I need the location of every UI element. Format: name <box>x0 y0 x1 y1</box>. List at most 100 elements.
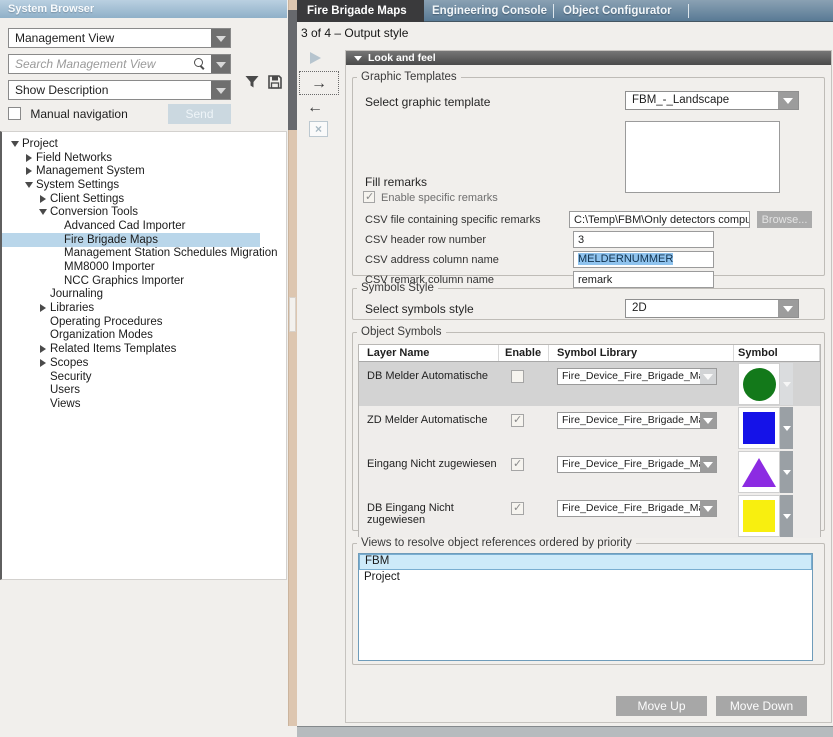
tree-item-label: MM8000 Importer <box>64 261 155 273</box>
chevron-down-icon[interactable] <box>780 407 793 449</box>
search-combo[interactable] <box>8 54 231 74</box>
chevron-down-icon[interactable] <box>700 501 716 516</box>
enable-specific-remarks-checkbox[interactable] <box>363 191 375 203</box>
chevron-down-icon[interactable] <box>780 495 793 537</box>
collapse-icon[interactable] <box>24 180 36 190</box>
collapse-icon[interactable] <box>10 139 22 149</box>
play-icon[interactable] <box>310 52 321 64</box>
tab-object-configurator[interactable]: Object Configurator <box>563 0 672 22</box>
show-description-combo[interactable]: Show Description <box>8 80 231 100</box>
symbols-style-combo[interactable]: 2D <box>625 299 799 318</box>
save-icon[interactable] <box>267 74 283 90</box>
management-view-combo[interactable]: Management View <box>8 28 231 48</box>
close-icon[interactable]: × <box>309 121 328 137</box>
expand-icon[interactable] <box>38 358 50 368</box>
tree-item-security[interactable]: Security <box>2 370 286 384</box>
chevron-down-icon[interactable] <box>778 300 798 317</box>
section-header-look-and-feel[interactable]: Look and feel <box>346 51 831 65</box>
manual-navigation-checkbox[interactable] <box>8 107 21 120</box>
enable-checkbox[interactable] <box>511 414 524 427</box>
fill-remarks-textarea[interactable] <box>625 121 780 193</box>
csv-header-row-input[interactable] <box>573 231 714 248</box>
symbol-library-dropdown[interactable]: Fire_Device_Fire_Brigade_Maps_HQ_1 <box>557 412 717 429</box>
tab-fire-brigade-maps[interactable]: Fire Brigade Maps <box>297 0 424 22</box>
csv-address-input[interactable]: MELDERNUMMER <box>573 251 714 268</box>
views-listbox[interactable]: FBM Project <box>358 553 813 661</box>
chevron-down-icon[interactable] <box>211 55 230 73</box>
back-arrow-icon[interactable]: ← <box>307 100 323 116</box>
table-row[interactable]: DB Eingang Nicht zugewiesen Fire_Device_… <box>359 494 820 538</box>
tree-item-management-system[interactable]: Management System <box>2 164 286 178</box>
layer-name-cell: DB Melder Automatische <box>359 362 499 382</box>
symbol-library-value: Fire_Device_Fire_Brigade_Maps_HQ_1 <box>558 413 700 428</box>
symbol-picker[interactable] <box>738 495 793 537</box>
symbol-picker[interactable] <box>738 451 793 493</box>
collapse-icon[interactable] <box>38 207 50 217</box>
tree-item-views[interactable]: Views <box>2 397 286 411</box>
enable-checkbox[interactable] <box>511 370 524 383</box>
symbol-picker[interactable] <box>738 407 793 449</box>
symbol-picker[interactable] <box>738 363 793 405</box>
filter-icon[interactable] <box>244 74 260 90</box>
expand-icon[interactable] <box>24 153 36 163</box>
tree-item-label: Fire Brigade Maps <box>64 234 158 246</box>
column-header-symbol-library[interactable]: Symbol Library <box>549 345 734 361</box>
move-up-button[interactable]: Move Up <box>616 696 707 716</box>
expand-icon[interactable] <box>38 303 50 313</box>
tree-item-advanced-cad-importer[interactable]: Advanced Cad Importer <box>2 219 286 233</box>
search-icon <box>194 58 206 70</box>
tree-item-ncc-graphics-importer[interactable]: NCC Graphics Importer <box>2 274 286 288</box>
system-browser-tree[interactable]: Project Field Networks Management System… <box>0 131 287 580</box>
expand-icon[interactable] <box>24 166 36 176</box>
tree-item-client-settings[interactable]: Client Settings <box>2 192 286 206</box>
expand-icon[interactable] <box>38 194 50 204</box>
tree-item-label: Field Networks <box>36 152 112 164</box>
tree-item-system-settings[interactable]: System Settings <box>2 178 286 192</box>
tree-item-organization-modes[interactable]: Organization Modes <box>2 329 286 343</box>
chevron-down-icon[interactable] <box>211 81 230 99</box>
tree-item-users[interactable]: Users <box>2 383 286 397</box>
tree-item-management-station-schedules-migration[interactable]: Management Station Schedules Migration <box>2 247 286 261</box>
column-header-enable[interactable]: Enable <box>499 345 549 361</box>
symbol-library-dropdown[interactable]: Fire_Device_Fire_Brigade_Maps_HQ_1 <box>557 368 717 385</box>
csv-file-input[interactable] <box>569 211 750 228</box>
forward-arrow-icon[interactable]: → <box>299 71 339 95</box>
enable-checkbox[interactable] <box>511 458 524 471</box>
table-row[interactable]: DB Melder Automatische Fire_Device_Fire_… <box>359 362 820 406</box>
tree-item-libraries[interactable]: Libraries <box>2 301 286 315</box>
move-down-button[interactable]: Move Down <box>716 696 807 716</box>
graphic-template-combo[interactable]: FBM_-_Landscape <box>625 91 799 110</box>
chevron-down-icon[interactable] <box>778 92 798 109</box>
chevron-down-icon[interactable] <box>700 457 716 472</box>
chevron-down-icon[interactable] <box>780 451 793 493</box>
chevron-down-icon[interactable] <box>700 369 716 384</box>
tree-item-journaling[interactable]: Journaling <box>2 288 286 302</box>
tree-item-field-networks[interactable]: Field Networks <box>2 151 286 165</box>
enable-checkbox[interactable] <box>511 502 524 515</box>
send-button[interactable]: Send <box>168 104 231 124</box>
column-header-symbol[interactable]: Symbol <box>734 345 820 361</box>
chevron-down-icon[interactable] <box>780 363 793 405</box>
tree-item-operating-procedures[interactable]: Operating Procedures <box>2 315 286 329</box>
scrollbar-thumb[interactable] <box>289 297 296 332</box>
expand-icon[interactable] <box>38 344 50 354</box>
chevron-down-icon[interactable] <box>700 413 716 428</box>
column-header-layer-name[interactable]: Layer Name <box>359 345 499 361</box>
list-item-fbm[interactable]: FBM <box>359 554 812 570</box>
search-input[interactable] <box>9 55 191 73</box>
tree-item-scopes[interactable]: Scopes <box>2 356 286 370</box>
browse-button[interactable]: Browse... <box>757 211 812 228</box>
chevron-down-icon[interactable] <box>211 29 230 47</box>
tab-engineering-console[interactable]: Engineering Console <box>432 0 547 22</box>
graphic-templates-group: Graphic Templates Select graphic templat… <box>352 71 825 276</box>
symbol-library-dropdown[interactable]: Fire_Device_Fire_Brigade_Maps_HQ_1 <box>557 456 717 473</box>
tree-item-project[interactable]: Project <box>2 137 286 151</box>
tree-item-mm8000-importer[interactable]: MM8000 Importer <box>2 260 286 274</box>
tree-item-conversion-tools[interactable]: Conversion Tools <box>2 205 286 219</box>
table-row[interactable]: ZD Melder Automatische Fire_Device_Fire_… <box>359 406 820 450</box>
tree-item-fire-brigade-maps[interactable]: Fire Brigade Maps <box>2 233 260 247</box>
table-row[interactable]: Eingang Nicht zugewiesen Fire_Device_Fir… <box>359 450 820 494</box>
list-item-project[interactable]: Project <box>359 570 812 586</box>
tree-item-related-items-templates[interactable]: Related Items Templates <box>2 342 286 356</box>
symbol-library-dropdown[interactable]: Fire_Device_Fire_Brigade_Maps_HQ_1 <box>557 500 717 517</box>
